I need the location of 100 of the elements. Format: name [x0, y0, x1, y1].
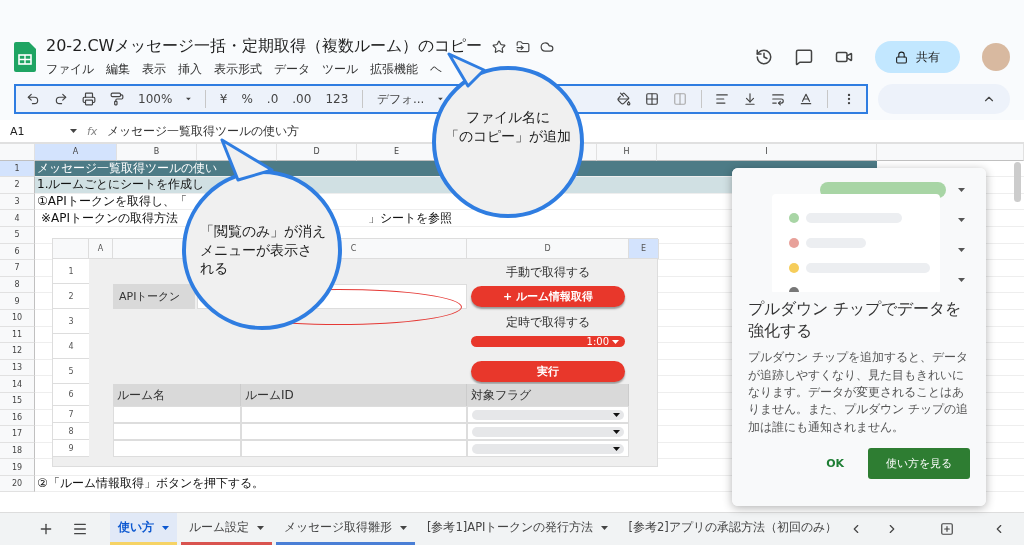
corner-cell[interactable] — [0, 144, 35, 161]
sheet-tab[interactable]: 使い方 — [110, 513, 177, 545]
field-label: APIトークン — [113, 284, 195, 309]
menu-item[interactable]: 挿入 — [178, 61, 202, 78]
text-rotation-icon[interactable] — [799, 92, 814, 106]
run-button[interactable]: 実行 — [471, 361, 625, 382]
caret-icon — [70, 129, 77, 133]
caret-icon — [613, 446, 620, 451]
dialog-text: プルダウン チップを追加すると、データが追跡しやすくなり、見た目もきれいになります。データが変更されることはありません。また、プルダウン チップの追加は誰にも通知されません。 — [748, 349, 969, 436]
comment-icon[interactable] — [795, 48, 813, 66]
document-title[interactable]: 20-2.CWメッセージ一括・定期取得（複数ルーム）のコピー — [46, 36, 483, 57]
table-header: ルームID — [241, 384, 467, 406]
add-sheet-icon[interactable] — [38, 521, 54, 537]
borders-icon[interactable] — [644, 92, 659, 106]
caption-text: 手動で取得する — [505, 264, 591, 281]
callout-text: 「閲覧のみ」が消え — [199, 221, 326, 241]
cell-text: 1.ルームごとにシートを作成し — [37, 176, 205, 194]
caret-icon — [186, 97, 192, 101]
lock-icon — [895, 50, 908, 64]
caret-icon — [400, 525, 407, 530]
caret-icon — [162, 525, 169, 530]
cell-text: 」シートを参照 — [368, 209, 453, 227]
column-header[interactable]: B — [117, 144, 197, 161]
menu-icon[interactable] — [72, 521, 88, 537]
font-select[interactable]: デフォ... — [377, 90, 425, 108]
sheet-tab[interactable]: メッセージ取得雛形 — [276, 513, 415, 545]
cloud-icon[interactable] — [540, 39, 555, 54]
cell-text: ①APIトークンを取得し、「 — [37, 193, 187, 211]
spreadsheet-logo[interactable] — [14, 42, 36, 72]
star-icon[interactable] — [492, 39, 507, 54]
column-header: E — [629, 239, 659, 259]
row-header: 5 — [53, 359, 89, 384]
menu-item[interactable]: 表示形式 — [214, 61, 262, 78]
row-header: 6 — [53, 384, 89, 406]
cell-text: ②「ルーム情報取得」ボタンを押下する。 — [37, 475, 264, 493]
column-header[interactable]: E — [357, 144, 437, 161]
function-label: fx — [87, 124, 98, 138]
menu-item[interactable]: ツール — [322, 61, 358, 78]
row-header[interactable]: 17 — [0, 426, 35, 443]
fetch-button[interactable]: + ルーム情報取得 — [471, 286, 625, 307]
row-header[interactable]: 19 — [0, 459, 35, 476]
sheet-tab[interactable]: [参考1]APIトークンの発行方法 — [419, 513, 617, 545]
caret-icon — [601, 525, 609, 530]
menu-item[interactable]: データ — [274, 61, 310, 78]
row-header: 8 — [53, 423, 89, 440]
fill-color-icon[interactable] — [616, 92, 631, 106]
print-icon[interactable] — [82, 92, 96, 106]
column-header[interactable]: D — [277, 144, 357, 161]
table-header: ルーム名 — [113, 384, 241, 406]
column-header: A — [89, 239, 113, 259]
menu-item[interactable]: 編集 — [106, 61, 130, 78]
row-header[interactable]: 4 — [0, 210, 35, 227]
row-header[interactable]: 14 — [0, 376, 35, 393]
callout-text: 「のコピー」が追加 — [445, 126, 571, 146]
decrease-decimal-button[interactable]: .0 — [266, 92, 279, 106]
cell-reference[interactable]: A1 — [10, 124, 60, 138]
ok-button[interactable]: OK — [820, 456, 850, 472]
column-header[interactable]: I — [657, 144, 877, 161]
cell-text: メッセージ一覧取得ツールの使い — [37, 159, 217, 177]
formula-text[interactable]: メッセージ一覧取得ツールの使い方 — [107, 123, 300, 139]
number-format-button[interactable]: 123 — [325, 92, 349, 106]
callout-text: ファイル名に — [466, 108, 550, 127]
row-header[interactable]: 12 — [0, 343, 35, 360]
share-button[interactable]: 共有 — [875, 41, 960, 73]
row-header: 1 — [53, 259, 89, 284]
wrap-text-icon[interactable] — [771, 92, 786, 106]
callout-text: れる — [199, 259, 228, 279]
caret-icon — [613, 412, 620, 417]
row-header[interactable]: 7 — [0, 260, 35, 277]
undo-icon[interactable] — [26, 92, 40, 106]
increase-decimal-button[interactable]: .00 — [292, 92, 312, 106]
history-icon[interactable] — [755, 48, 773, 66]
zoom-select[interactable]: 100% — [138, 92, 173, 106]
sheet-tab[interactable]: ルーム設定 — [181, 513, 272, 545]
currency-button[interactable]: ¥ — [219, 92, 228, 106]
column-header[interactable]: H — [597, 144, 657, 161]
row-header: 9 — [53, 440, 89, 457]
row-header[interactable]: 9 — [0, 293, 35, 310]
row-header: 2 — [53, 284, 89, 309]
caret-icon — [613, 429, 620, 434]
column-header[interactable]: A — [35, 144, 117, 161]
menu-item[interactable]: 表示 — [142, 61, 166, 78]
scrollbar[interactable] — [1014, 162, 1021, 202]
menu-item[interactable]: 拡張機能 — [370, 61, 418, 78]
dialog-title: プルダウン チップでデータを強化する — [748, 298, 963, 342]
learn-more-button[interactable]: 使い方を見る — [868, 448, 970, 480]
menu-item[interactable]: ファイル — [46, 61, 94, 78]
sheet-tab[interactable]: [参考2]アプリの承認方法（初回のみ） — [620, 513, 845, 545]
row-header: 3 — [53, 309, 89, 334]
percent-button[interactable]: % — [241, 92, 253, 106]
row-header: 7 — [53, 406, 89, 423]
cell-text: ※APIトークンの取得方法 — [41, 209, 179, 227]
redo-icon[interactable] — [54, 92, 68, 106]
caret-icon — [257, 525, 264, 530]
row-header[interactable]: 2 — [0, 177, 35, 194]
vertical-align-icon[interactable] — [743, 92, 758, 106]
paint-roller-icon[interactable] — [110, 92, 124, 106]
column-header: D — [467, 239, 629, 259]
folder-icon[interactable] — [516, 39, 531, 54]
align-left-icon[interactable] — [715, 92, 730, 106]
